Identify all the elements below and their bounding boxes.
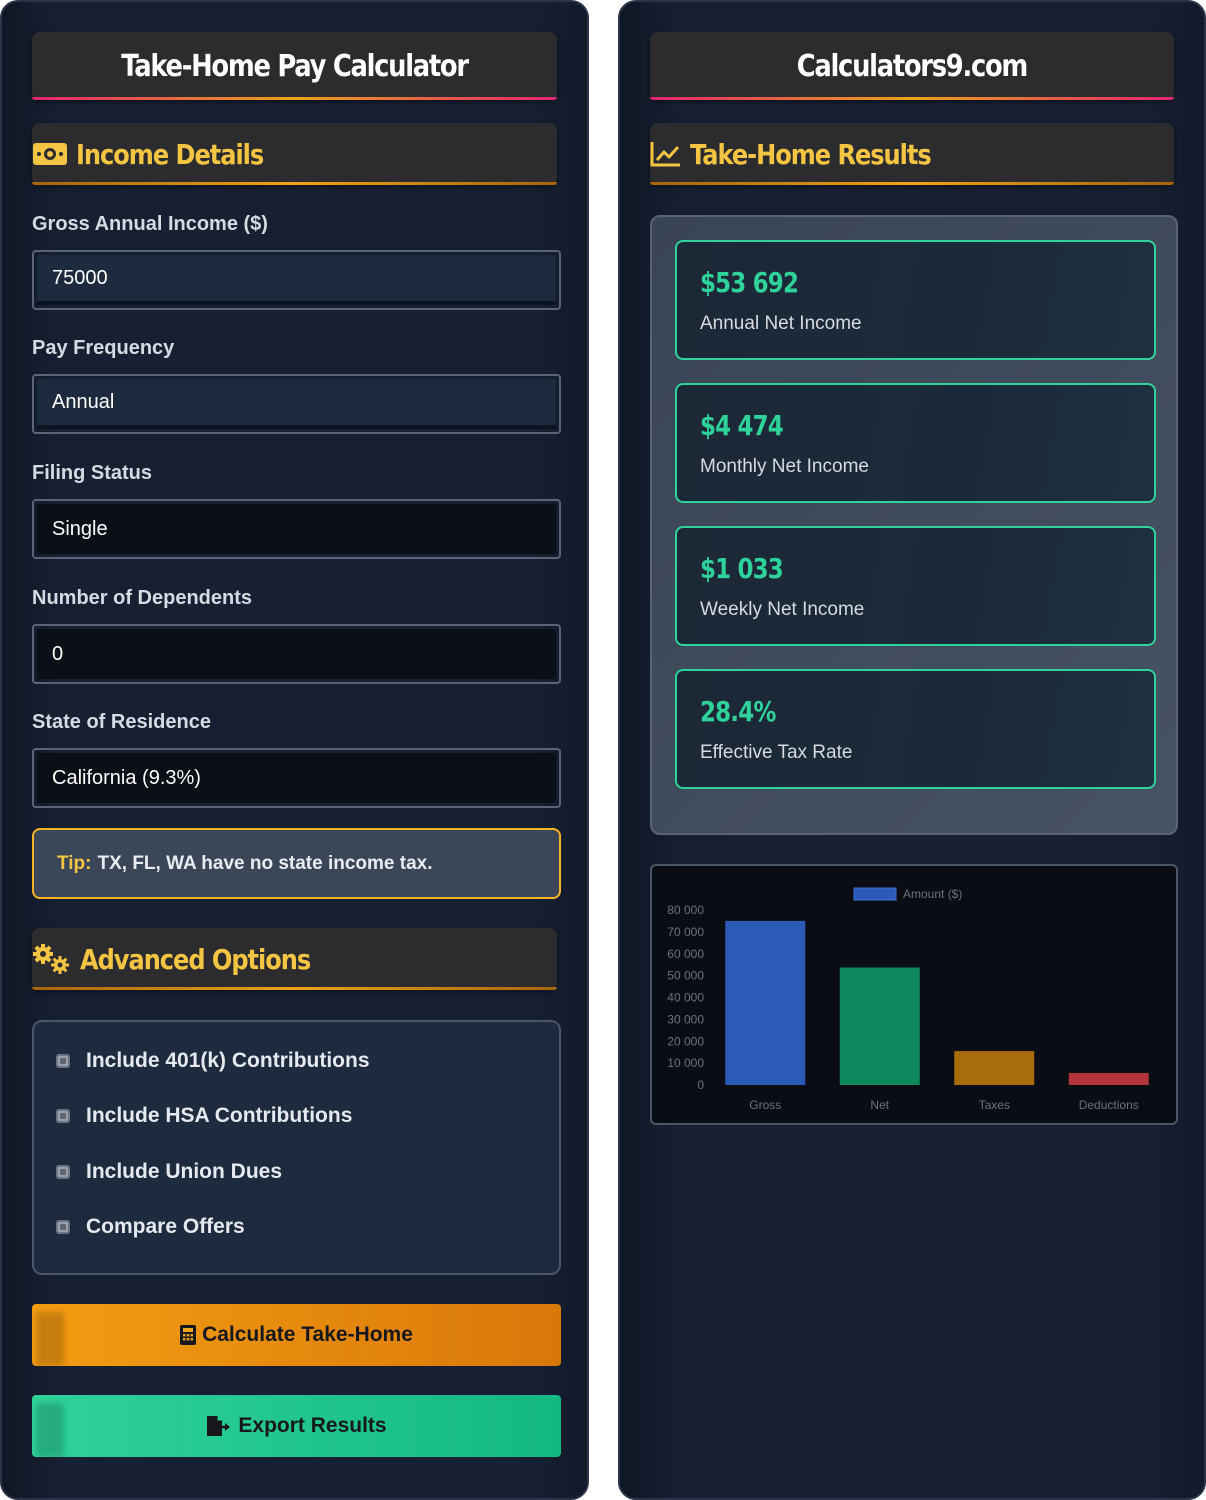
dependents-label: Number of Dependents bbox=[32, 587, 253, 609]
calculate-button-label[interactable]: Calculate Take-Home bbox=[202, 1323, 413, 1347]
x-tick-label: Gross bbox=[749, 1098, 781, 1112]
y-tick-label: 80 000 bbox=[667, 903, 704, 917]
y-tick-label: 50 000 bbox=[667, 969, 704, 983]
annual-net-caption: Annual Net Income bbox=[700, 313, 862, 334]
gross-income-label: Gross Annual Income ($) bbox=[32, 213, 268, 235]
y-tick-label: 60 000 bbox=[667, 947, 704, 961]
y-tick-label: 10 000 bbox=[667, 1056, 704, 1070]
state-tax-tip: Tip: TX, FL, WA have no state income tax… bbox=[32, 828, 561, 899]
state-select[interactable]: California (9.3%) bbox=[32, 748, 561, 808]
calculator-title: Take-Home Pay Calculator bbox=[121, 48, 469, 84]
weekly-net-card: $1 033 Weekly Net Income bbox=[675, 526, 1156, 646]
legend-swatch bbox=[853, 887, 897, 901]
export-button-label[interactable]: Export Results bbox=[238, 1414, 386, 1438]
pay-frequency-select[interactable]: Annual bbox=[32, 374, 561, 434]
breakdown-chart: Amount ($) 0 10 000 20 000 30 000 40 000 50 00… bbox=[650, 864, 1178, 1125]
bar-deductions bbox=[1068, 1072, 1149, 1085]
line-chart-icon bbox=[650, 140, 682, 168]
x-tick-label: Deductions bbox=[1079, 1098, 1139, 1112]
tip-text: TX, FL, WA have no state income tax. bbox=[97, 852, 433, 874]
annual-net-card: $53 692 Annual Net Income bbox=[675, 240, 1156, 360]
option-hsa-checkbox[interactable] bbox=[56, 1109, 70, 1123]
income-details-title: Income Details bbox=[76, 137, 264, 171]
money-bill-icon bbox=[32, 141, 68, 167]
income-details-header: Income Details bbox=[32, 123, 557, 185]
advanced-options-header: Advanced Options bbox=[32, 928, 557, 990]
option-hsa[interactable]: Include HSA Contributions bbox=[56, 1101, 352, 1131]
site-title: Calculators9.com bbox=[796, 48, 1029, 84]
calculator-title-bar: Take-Home Pay Calculator bbox=[32, 32, 557, 100]
bar-taxes bbox=[954, 1051, 1035, 1085]
results-title: Take-Home Results bbox=[690, 137, 932, 171]
tip-key: Tip: bbox=[57, 852, 92, 874]
export-button[interactable]: Export Results bbox=[32, 1395, 561, 1457]
x-tick-label: Net bbox=[870, 1098, 889, 1112]
dependents-value[interactable]: 0 bbox=[37, 629, 556, 679]
option-compare-offers[interactable]: Compare Offers bbox=[56, 1212, 245, 1242]
y-tick-label: 30 000 bbox=[667, 1012, 704, 1026]
gross-income-value[interactable]: 75000 bbox=[37, 255, 556, 305]
legend-label: Amount ($) bbox=[903, 887, 962, 901]
advanced-options-title: Advanced Options bbox=[80, 942, 311, 976]
calculator-panel: Take-Home Pay Calculator Income Details … bbox=[0, 0, 589, 1500]
results-summary: $53 692 Annual Net Income $4 474 Monthly… bbox=[650, 215, 1178, 835]
y-tick-label: 40 000 bbox=[667, 991, 704, 1005]
pay-frequency-value[interactable]: Annual bbox=[37, 379, 556, 429]
weekly-net-caption: Weekly Net Income bbox=[700, 599, 865, 620]
calculate-button[interactable]: Calculate Take-Home bbox=[32, 1304, 561, 1366]
breakdown-chart-svg: Amount ($) 0 10 000 20 000 30 000 40 000 50 00… bbox=[667, 887, 1149, 1112]
tax-rate-caption: Effective Tax Rate bbox=[700, 742, 853, 763]
monthly-net-value: $4 474 bbox=[700, 409, 784, 442]
file-export-icon bbox=[206, 1415, 232, 1437]
bar-gross bbox=[725, 920, 806, 1085]
annual-net-value: $53 692 bbox=[700, 266, 799, 299]
dependents-input[interactable]: 0 bbox=[32, 624, 561, 684]
state-label: State of Residence bbox=[32, 711, 211, 733]
monthly-net-card: $4 474 Monthly Net Income bbox=[675, 383, 1156, 503]
filing-status-label: Filing Status bbox=[32, 462, 152, 484]
option-hsa-label[interactable]: Include HSA Contributions bbox=[86, 1104, 352, 1128]
site-title-bar: Calculators9.com bbox=[650, 32, 1174, 100]
option-401k-label[interactable]: Include 401(k) Contributions bbox=[86, 1049, 370, 1073]
x-tick-label: Taxes bbox=[979, 1098, 1010, 1112]
gross-income-input[interactable]: 75000 bbox=[32, 250, 561, 310]
option-union-dues-label[interactable]: Include Union Dues bbox=[86, 1160, 282, 1184]
option-401k-checkbox[interactable] bbox=[56, 1054, 70, 1068]
y-tick-label: 20 000 bbox=[667, 1034, 704, 1048]
results-panel: Calculators9.com Take-Home Results $53 6… bbox=[618, 0, 1206, 1500]
bar-net bbox=[839, 967, 920, 1085]
pay-frequency-label: Pay Frequency bbox=[32, 337, 175, 359]
option-union-dues-checkbox[interactable] bbox=[56, 1165, 70, 1179]
y-tick-label: 0 bbox=[697, 1078, 704, 1092]
calculator-icon bbox=[180, 1325, 197, 1345]
option-compare-offers-checkbox[interactable] bbox=[56, 1220, 70, 1234]
monthly-net-caption: Monthly Net Income bbox=[700, 456, 869, 477]
tax-rate-value: 28.4% bbox=[700, 695, 776, 728]
filing-status-select[interactable]: Single bbox=[32, 499, 561, 559]
y-tick-label: 70 000 bbox=[667, 925, 704, 939]
advanced-options-list: Include 401(k) Contributions Include HSA… bbox=[32, 1020, 561, 1275]
state-value[interactable]: California (9.3%) bbox=[37, 753, 556, 803]
tax-rate-card: 28.4% Effective Tax Rate bbox=[675, 669, 1156, 789]
weekly-net-value: $1 033 bbox=[700, 552, 784, 585]
option-compare-offers-label[interactable]: Compare Offers bbox=[86, 1215, 245, 1239]
gears-icon bbox=[32, 943, 72, 975]
results-header: Take-Home Results bbox=[650, 123, 1174, 185]
filing-status-value[interactable]: Single bbox=[37, 504, 556, 554]
option-union-dues[interactable]: Include Union Dues bbox=[56, 1157, 282, 1187]
option-401k[interactable]: Include 401(k) Contributions bbox=[56, 1046, 370, 1076]
